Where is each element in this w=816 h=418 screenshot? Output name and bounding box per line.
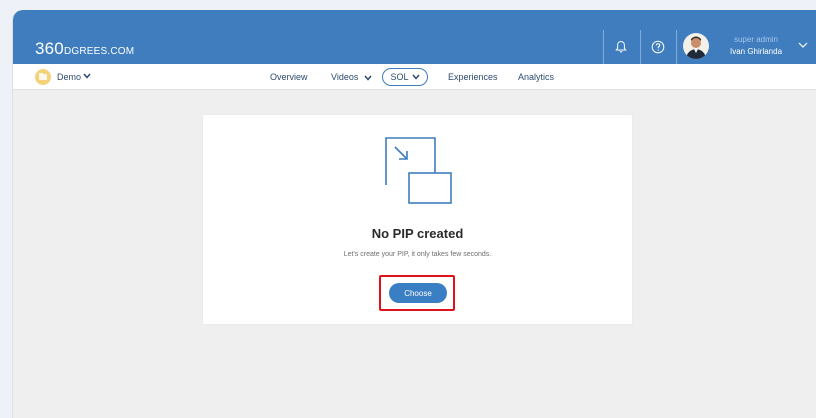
logo-number: 360 [35, 39, 64, 58]
empty-state-subtitle: Let's create your PIP, it only takes few… [343, 251, 492, 258]
tab-videos-label: Videos [331, 72, 359, 82]
tab-sol[interactable]: SOL [382, 68, 428, 86]
chevron-down-icon[interactable] [83, 73, 91, 79]
user-menu[interactable]: super admin Ivan Ghirlanda [676, 30, 816, 64]
tab-analytics[interactable]: Analytics [518, 72, 554, 82]
bell-icon [614, 40, 627, 53]
chevron-down-icon [411, 74, 420, 80]
tab-experiences[interactable]: Experiences [448, 72, 498, 82]
choose-button[interactable]: Choose [389, 283, 447, 303]
highlight-box: Choose [379, 275, 455, 311]
help-icon [651, 40, 664, 54]
pip-icon [385, 137, 452, 204]
user-name: Ivan Ghirlanda [729, 47, 783, 56]
brand-logo[interactable]: 360DGREES.COM [35, 39, 134, 59]
top-bar: 360DGREES.COM super admin Ivan Ghirlanda [13, 10, 816, 64]
tab-videos[interactable]: Videos [331, 72, 372, 82]
logo-text: DGREES.COM [63, 46, 135, 57]
chevron-down-icon [798, 42, 808, 48]
chevron-down-icon [364, 75, 372, 81]
project-selector[interactable]: Demo [57, 72, 81, 82]
avatar [683, 33, 709, 59]
help-button[interactable] [640, 30, 674, 64]
user-role: super admin [733, 35, 779, 44]
sub-navigation: Demo Overview Videos SOL Experiences Ana… [13, 64, 816, 90]
folder-icon [35, 69, 51, 85]
empty-state-title: No PIP created [371, 226, 464, 241]
tab-overview[interactable]: Overview [270, 72, 308, 82]
app-window: 360DGREES.COM super admin Ivan Ghirlanda… [12, 10, 816, 418]
notifications-button[interactable] [603, 30, 637, 64]
empty-state-card: No PIP created Let's create your PIP, it… [203, 115, 632, 324]
tab-sol-label: SOL [390, 72, 409, 82]
